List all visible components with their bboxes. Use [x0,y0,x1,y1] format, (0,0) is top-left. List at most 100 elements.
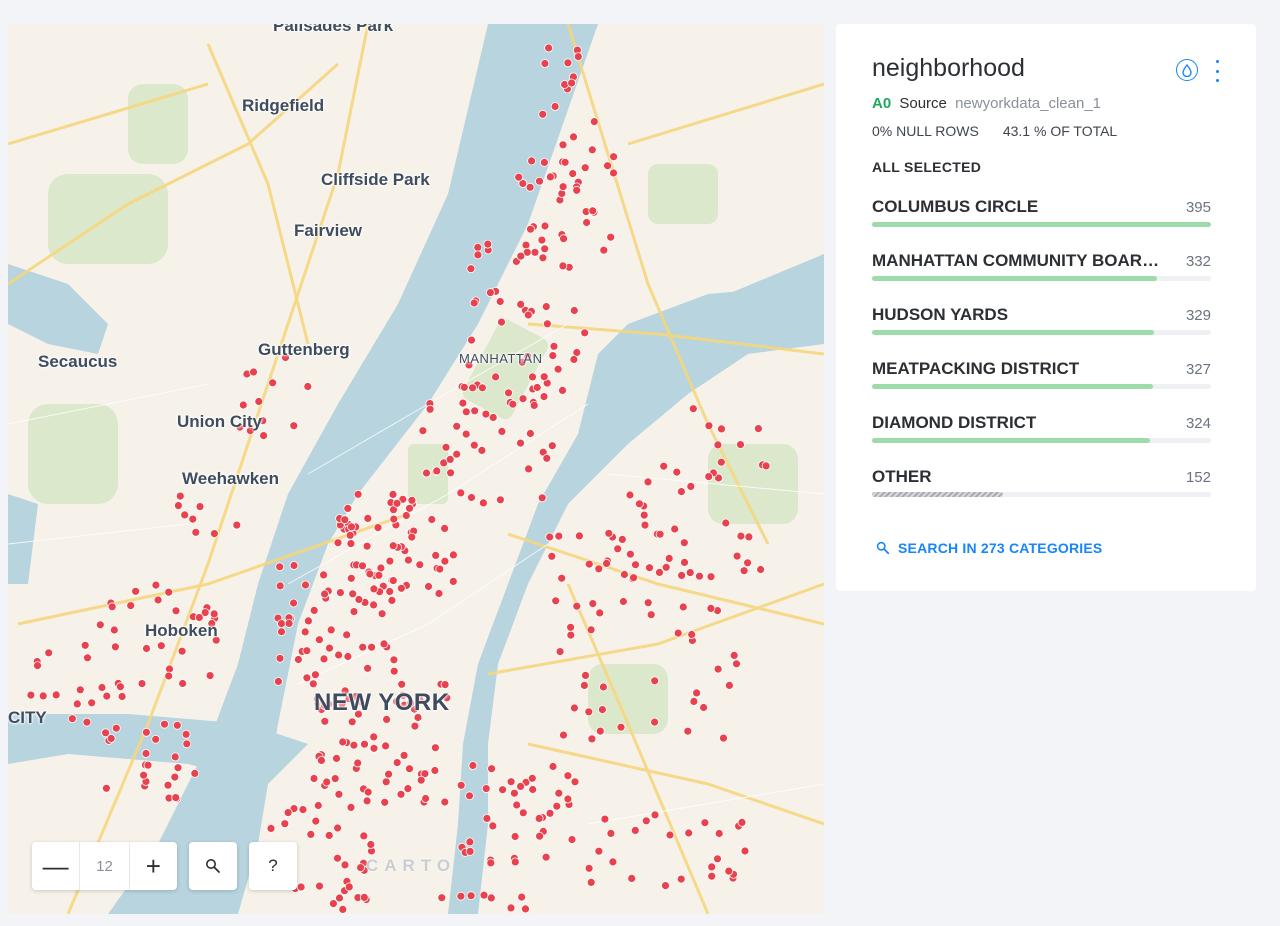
data-point[interactable] [374,570,384,580]
data-point[interactable] [182,739,192,749]
data-point[interactable] [477,445,487,455]
category-row[interactable]: MEATPACKING DISTRICT 327 [872,359,1211,399]
data-point[interactable] [26,690,36,700]
data-point[interactable] [468,761,478,770]
data-point[interactable] [238,400,248,410]
data-point[interactable] [506,903,516,913]
data-point[interactable] [619,597,628,606]
data-point[interactable] [310,670,320,680]
data-point[interactable] [625,490,635,500]
data-point[interactable] [87,698,97,708]
data-point[interactable] [566,630,576,640]
data-point[interactable] [465,791,474,801]
data-point[interactable] [353,758,363,768]
data-point[interactable] [482,814,492,823]
data-point[interactable] [381,741,391,751]
data-point[interactable] [670,524,680,534]
data-point[interactable] [338,905,348,914]
data-point[interactable] [736,440,745,450]
data-point[interactable] [195,502,205,512]
data-point[interactable] [319,654,329,664]
data-point[interactable] [551,596,561,606]
data-point[interactable] [334,650,344,660]
data-point[interactable] [324,831,334,840]
data-point[interactable] [376,563,386,573]
data-point[interactable] [289,598,299,608]
data-point[interactable] [639,510,649,520]
data-point[interactable] [537,493,547,503]
data-point[interactable] [343,503,353,513]
data-point[interactable] [205,671,215,680]
data-point[interactable] [629,573,638,583]
data-point[interactable] [575,531,584,541]
data-point[interactable] [580,328,590,338]
data-point[interactable] [570,777,580,787]
data-point[interactable] [523,310,533,320]
data-point[interactable] [620,570,629,579]
data-point[interactable] [595,608,605,618]
data-point[interactable] [581,671,590,680]
data-point[interactable] [713,440,723,450]
data-point[interactable] [102,783,111,793]
data-point[interactable] [630,826,640,835]
data-point[interactable] [405,503,414,513]
data-point[interactable] [434,589,444,598]
data-point[interactable] [517,892,527,902]
data-point[interactable] [524,464,533,474]
data-point[interactable] [655,529,665,539]
data-point[interactable] [160,719,169,729]
data-point[interactable] [525,182,535,192]
data-point[interactable] [555,647,565,656]
data-point[interactable] [504,388,513,398]
data-point[interactable] [538,253,548,263]
map-view[interactable]: Palisades Park Ridgefield Cliffside Park… [8,24,824,914]
data-point[interactable] [488,821,498,831]
data-point[interactable] [348,589,358,599]
data-point[interactable] [320,589,330,599]
data-point[interactable] [563,771,573,781]
data-point[interactable] [392,498,402,508]
data-point[interactable] [173,501,183,511]
data-point[interactable] [719,733,728,743]
data-point[interactable] [707,871,717,881]
data-point[interactable] [126,601,136,610]
data-point[interactable] [97,683,107,692]
data-point[interactable] [380,797,390,807]
data-point[interactable] [736,531,746,541]
data-point[interactable] [732,551,742,561]
data-point[interactable] [309,774,319,783]
data-point[interactable] [550,102,560,111]
data-point[interactable] [473,250,483,260]
data-point[interactable] [521,904,530,914]
data-point[interactable] [650,717,659,727]
data-point[interactable] [139,770,149,780]
data-point[interactable] [328,899,338,908]
data-point[interactable] [699,703,708,712]
data-point[interactable] [540,59,550,68]
data-point[interactable] [518,394,528,404]
data-point[interactable] [283,808,293,817]
data-point[interactable] [686,481,696,491]
data-point[interactable] [51,690,61,700]
data-point[interactable] [678,602,688,612]
data-point[interactable] [527,156,536,166]
data-point[interactable] [481,784,491,793]
data-point[interactable] [655,568,664,577]
data-point[interactable] [544,43,553,53]
data-point[interactable] [659,461,669,471]
data-point[interactable] [563,58,573,68]
data-point[interactable] [403,784,413,793]
data-point[interactable] [254,397,264,406]
data-point[interactable] [687,630,697,639]
data-point[interactable] [389,514,399,524]
data-point[interactable] [510,857,520,867]
data-point[interactable] [388,576,398,585]
data-point[interactable] [171,606,181,616]
data-point[interactable] [516,438,525,448]
data-point[interactable] [209,609,219,619]
data-point[interactable] [537,235,547,245]
data-point[interactable] [387,596,397,605]
data-point[interactable] [358,642,368,652]
data-point[interactable] [588,599,598,608]
data-point[interactable] [539,392,549,402]
